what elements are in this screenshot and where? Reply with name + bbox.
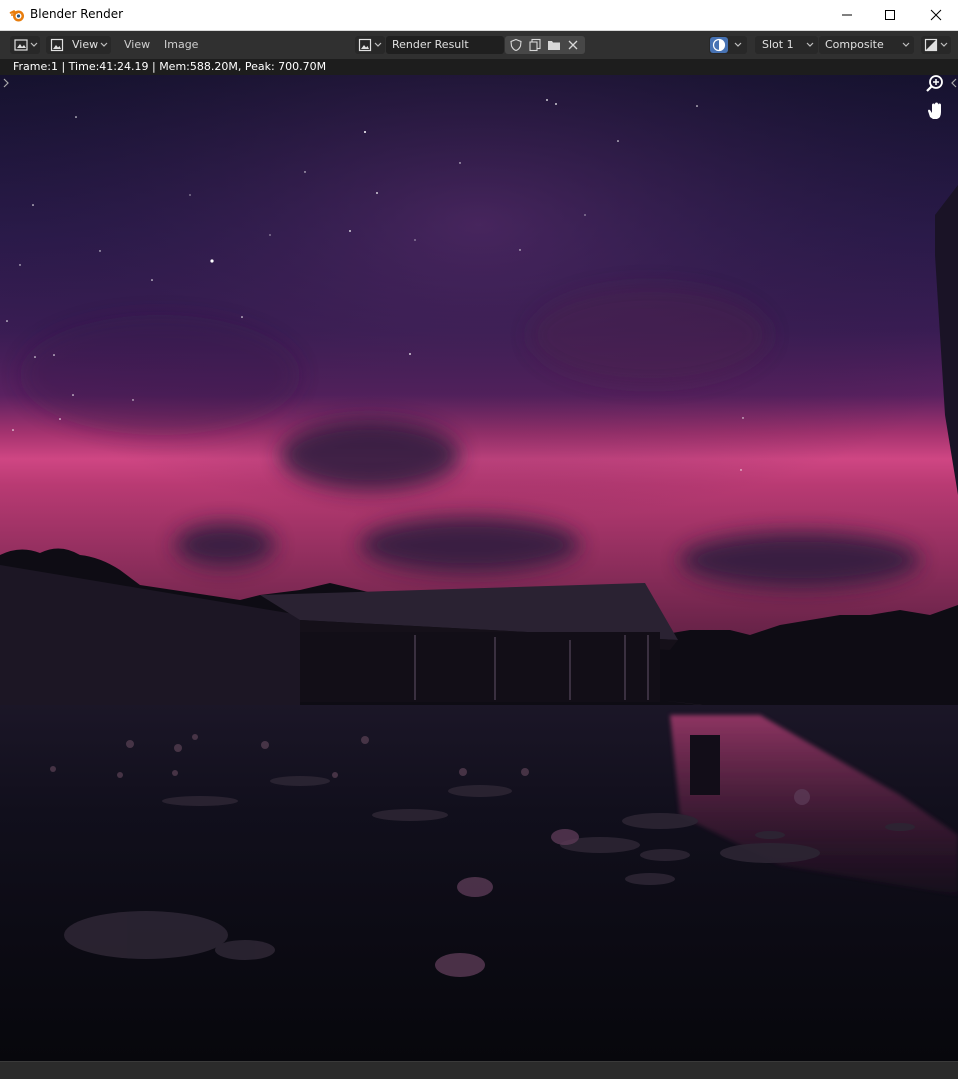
image-name-field[interactable]: Render Result <box>386 36 504 54</box>
render-info-bar: Frame:1 | Time:41:24.19 | Mem:588.20M, P… <box>0 59 958 75</box>
image-browse-icon <box>358 38 372 52</box>
image-name-value: Render Result <box>392 38 469 51</box>
duplicate-icon[interactable] <box>528 38 542 52</box>
overlay-gizmo-icon <box>924 38 938 52</box>
chevron-down-icon <box>734 42 742 47</box>
status-bar <box>0 1061 958 1079</box>
menu-image[interactable]: Image <box>164 36 198 54</box>
overlay-gizmo-dropdown[interactable] <box>921 36 951 54</box>
image-editor-header: View View Image Render Result Slot 1 Com… <box>0 31 958 59</box>
close-window-button[interactable] <box>913 0 958 30</box>
display-channels-dropdown[interactable] <box>709 36 747 54</box>
chevron-down-icon <box>374 42 382 47</box>
editor-type-dropdown[interactable] <box>10 36 40 54</box>
image-editor-icon <box>14 39 28 51</box>
view-mode-dropdown[interactable]: View <box>46 36 111 54</box>
chevron-down-icon <box>902 42 910 47</box>
chevron-down-icon <box>100 42 108 47</box>
slot-dropdown[interactable]: Slot 1 <box>755 36 818 54</box>
layer-dropdown[interactable]: Composite <box>819 36 914 54</box>
fake-user-shield-icon[interactable] <box>509 38 523 52</box>
maximize-icon <box>885 10 895 20</box>
chevron-down-icon <box>940 42 948 47</box>
image-icon <box>50 38 64 52</box>
layer-value: Composite <box>825 38 884 51</box>
render-result-image[interactable] <box>0 75 958 1061</box>
display-channels-icon <box>712 38 726 52</box>
open-folder-icon[interactable] <box>547 38 561 52</box>
menu-view[interactable]: View <box>124 36 150 54</box>
chevron-down-icon <box>806 42 814 47</box>
view-mode-label: View <box>72 38 99 51</box>
image-actions-group <box>505 36 585 54</box>
chevron-down-icon <box>30 42 38 47</box>
window-title: Blender Render <box>30 7 124 21</box>
minimize-button[interactable] <box>824 0 870 30</box>
blender-logo-icon <box>9 10 24 22</box>
minimize-icon <box>842 14 852 16</box>
image-browse-dropdown[interactable] <box>355 36 385 54</box>
window-title-bar: Blender Render <box>0 0 958 31</box>
slot-value: Slot 1 <box>762 38 794 51</box>
close-icon <box>930 9 942 21</box>
close-icon[interactable] <box>567 39 579 51</box>
render-stats-text: Frame:1 | Time:41:24.19 | Mem:588.20M, P… <box>13 60 327 73</box>
maximize-button[interactable] <box>867 0 913 30</box>
render-viewport[interactable] <box>0 75 958 1061</box>
